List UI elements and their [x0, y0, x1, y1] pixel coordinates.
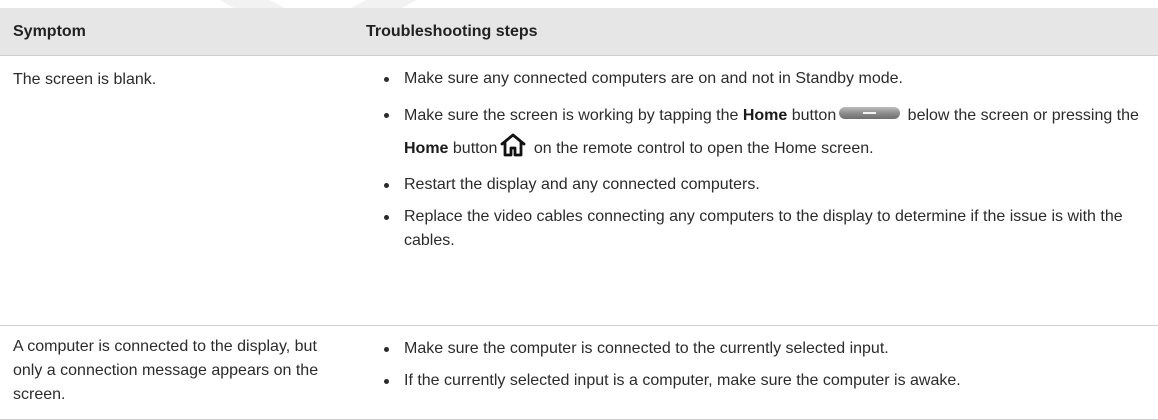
table-row: A computer is connected to the display, …: [0, 325, 1158, 420]
house-outline-icon: [500, 133, 526, 157]
symptom-cell: The screen is blank.: [0, 55, 349, 326]
symptom-cell: A computer is connected to the display, …: [0, 325, 349, 420]
table-header-row: Symptom Troubleshooting steps: [0, 8, 1158, 56]
troubleshooting-table: Symptom Troubleshooting steps The screen…: [0, 8, 1158, 420]
steps-cell: Make sure any connected computers are on…: [349, 55, 1158, 326]
step-text: on the remote control to open the Home s…: [529, 140, 874, 157]
list-item: Restart the display and any connected co…: [349, 173, 1148, 197]
step-text: below the screen or pressing the: [903, 107, 1139, 124]
table-row: The screen is blank. Make sure any conne…: [0, 55, 1158, 326]
step-text: Make sure the screen is working by tappi…: [404, 107, 743, 124]
home-pill-button-icon: [839, 107, 901, 119]
list-item: If the currently selected input is a com…: [349, 369, 1148, 393]
home-bold-label: Home: [404, 140, 449, 157]
steps-cell: Make sure the computer is connected to t…: [349, 325, 1158, 420]
home-bold-label: Home: [742, 107, 788, 124]
symptom-column-header: Symptom: [0, 8, 349, 56]
steps-list: Make sure the computer is connected to t…: [349, 337, 1148, 393]
step-text: button: [787, 107, 837, 124]
list-item: Replace the video cables connecting any …: [349, 205, 1148, 253]
list-item: Make sure any connected computers are on…: [349, 67, 1148, 91]
steps-column-header: Troubleshooting steps: [349, 8, 1158, 56]
steps-list: Make sure any connected computers are on…: [349, 67, 1148, 253]
list-item: Make sure the screen is working by tappi…: [349, 99, 1148, 165]
list-item: Make sure the computer is connected to t…: [349, 337, 1148, 361]
step-text: button: [448, 140, 498, 157]
